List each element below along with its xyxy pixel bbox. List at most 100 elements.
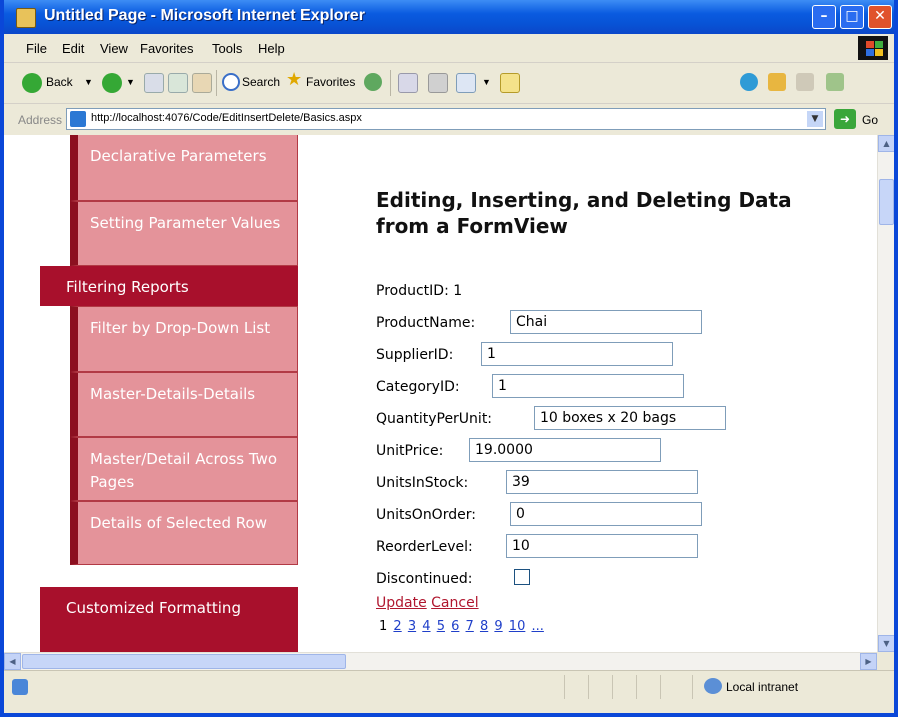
sidebar-item-label: Filter by Drop-Down List (90, 319, 271, 337)
refresh-icon[interactable] (168, 73, 188, 93)
minimize-button[interactable]: – (812, 5, 836, 29)
unit-price-row: UnitPrice: 19.0000 (376, 438, 661, 462)
reorder-level-input[interactable]: 10 (506, 534, 698, 558)
menu-help[interactable]: Help (258, 41, 285, 56)
go-arrow-icon[interactable]: ➜ (834, 109, 856, 129)
pager-link-7[interactable]: 7 (466, 619, 474, 634)
discuss-icon[interactable] (500, 73, 520, 93)
scroll-left-icon[interactable]: ◀ (4, 653, 21, 670)
tool-extension-icon[interactable] (826, 73, 844, 91)
print-icon[interactable] (428, 73, 448, 93)
edit-dropdown-icon[interactable]: ▼ (482, 77, 491, 87)
menu-favorites[interactable]: Favorites (140, 41, 193, 56)
favorites-star-icon[interactable]: ★ (286, 69, 302, 90)
sidebar-item-setting-parameter-values[interactable]: Setting Parameter Values (70, 201, 298, 266)
page-title: Editing, Inserting, and Deleting Data fr… (376, 188, 792, 238)
sidebar-item-filtering-reports[interactable]: Filtering Reports (40, 266, 298, 306)
pager-current-page: 1 (379, 619, 388, 634)
scroll-down-icon[interactable]: ▼ (878, 635, 894, 652)
title-bar: Untitled Page - Microsoft Internet Explo… (4, 0, 894, 34)
status-divider (588, 675, 589, 699)
quantity-per-unit-label: QuantityPerUnit: (376, 411, 493, 427)
menu-edit[interactable]: Edit (62, 41, 84, 56)
quantity-per-unit-row: QuantityPerUnit: 10 boxes x 20 bags (376, 406, 726, 430)
status-divider (636, 675, 637, 699)
category-id-input[interactable]: 1 (492, 374, 684, 398)
address-url[interactable]: http://localhost:4076/Code/EditInsertDel… (91, 112, 362, 124)
maximize-button[interactable]: □ (840, 5, 864, 29)
sidebar-item-master-detail-across-two-pages[interactable]: Master/Detail Across Two Pages (70, 437, 298, 501)
history-icon[interactable] (398, 73, 418, 93)
pager-link-6[interactable]: 6 (451, 619, 459, 634)
pager-link-9[interactable]: 9 (494, 619, 502, 634)
sidebar-item-filter-by-dropdown-list[interactable]: Filter by Drop-Down List (70, 306, 298, 372)
units-in-stock-label: UnitsInStock: (376, 475, 469, 491)
pager-link-2[interactable]: 2 (393, 619, 401, 634)
menu-file[interactable]: File (26, 41, 47, 56)
discontinued-checkbox[interactable] (514, 569, 530, 585)
pager-link-10[interactable]: 10 (509, 619, 526, 634)
pager-link-more[interactable]: ... (531, 619, 543, 634)
scroll-up-icon[interactable]: ▲ (878, 135, 894, 152)
product-id-row: ProductID: 1 (376, 283, 462, 299)
cancel-link[interactable]: Cancel (431, 595, 478, 611)
form-actions: Update Cancel (376, 595, 479, 611)
pager-link-3[interactable]: 3 (408, 619, 416, 634)
stop-icon[interactable] (144, 73, 164, 93)
back-arrow-icon[interactable] (22, 73, 42, 93)
toolbar: Back ▼ ▼ Search ★ Favorites ▼ (4, 63, 894, 104)
menu-tools[interactable]: Tools (212, 41, 242, 56)
media-icon[interactable] (364, 73, 382, 91)
close-button[interactable]: ✕ (868, 5, 892, 29)
home-icon[interactable] (192, 73, 212, 93)
units-on-order-input[interactable]: 0 (510, 502, 702, 526)
sidebar-item-label: Declarative Parameters (90, 147, 267, 165)
messenger-icon[interactable] (768, 73, 786, 91)
sidebar-item-label: Filtering Reports (66, 278, 189, 296)
update-link[interactable]: Update (376, 595, 427, 611)
search-icon[interactable] (222, 73, 240, 91)
category-id-row: CategoryID: 1 (376, 374, 684, 398)
status-divider (564, 675, 565, 699)
intranet-zone-icon (704, 678, 722, 694)
units-in-stock-input[interactable]: 39 (506, 470, 698, 494)
back-button[interactable]: Back (46, 75, 73, 89)
pager-link-5[interactable]: 5 (437, 619, 445, 634)
status-divider (660, 675, 661, 699)
horizontal-scroll-thumb[interactable] (22, 654, 346, 669)
forward-arrow-icon[interactable] (102, 73, 122, 93)
sidebar-item-declarative-parameters[interactable]: Declarative Parameters (70, 135, 298, 201)
sidebar-item-label: Master-Details-Details (90, 385, 256, 403)
product-name-label: ProductName: (376, 315, 476, 331)
forward-dropdown-icon[interactable]: ▼ (126, 77, 135, 87)
vertical-scroll-thumb[interactable] (879, 179, 894, 225)
address-dropdown-icon[interactable]: ▼ (807, 111, 823, 127)
menu-view[interactable]: View (100, 41, 128, 56)
go-button[interactable]: Go (862, 113, 878, 127)
back-dropdown-icon[interactable]: ▼ (84, 77, 93, 87)
supplier-id-input[interactable]: 1 (481, 342, 673, 366)
product-name-row: ProductName: Chai (376, 310, 702, 334)
unit-price-input[interactable]: 19.0000 (469, 438, 661, 462)
sidebar-item-customized-formatting[interactable]: Customized Formatting (40, 587, 298, 652)
scroll-right-icon[interactable]: ▶ (860, 653, 877, 670)
quantity-per-unit-input[interactable]: 10 boxes x 20 bags (534, 406, 726, 430)
search-button[interactable]: Search (242, 75, 280, 89)
word-edit-icon[interactable] (456, 73, 476, 93)
units-on-order-label: UnitsOnOrder: (376, 507, 476, 523)
research-icon[interactable] (796, 73, 814, 91)
sidebar-item-label: Setting Parameter Values (90, 214, 281, 232)
horizontal-scrollbar[interactable]: ◀ ▶ (4, 652, 877, 670)
address-input[interactable]: http://localhost:4076/Code/EditInsertDel… (66, 108, 826, 130)
units-in-stock-row: UnitsInStock: 39 (376, 470, 698, 494)
status-divider (612, 675, 613, 699)
msn-icon[interactable] (740, 73, 758, 91)
vertical-scrollbar[interactable]: ▲ ▼ (877, 135, 894, 652)
sidebar-item-details-of-selected-row[interactable]: Details of Selected Row (70, 501, 298, 565)
sidebar-item-master-details-details[interactable]: Master-Details-Details (70, 372, 298, 437)
favorites-button[interactable]: Favorites (306, 75, 355, 89)
pager-link-4[interactable]: 4 (422, 619, 430, 634)
address-bar: Address http://localhost:4076/Code/EditI… (4, 104, 894, 134)
pager-link-8[interactable]: 8 (480, 619, 488, 634)
product-name-input[interactable]: Chai (510, 310, 702, 334)
